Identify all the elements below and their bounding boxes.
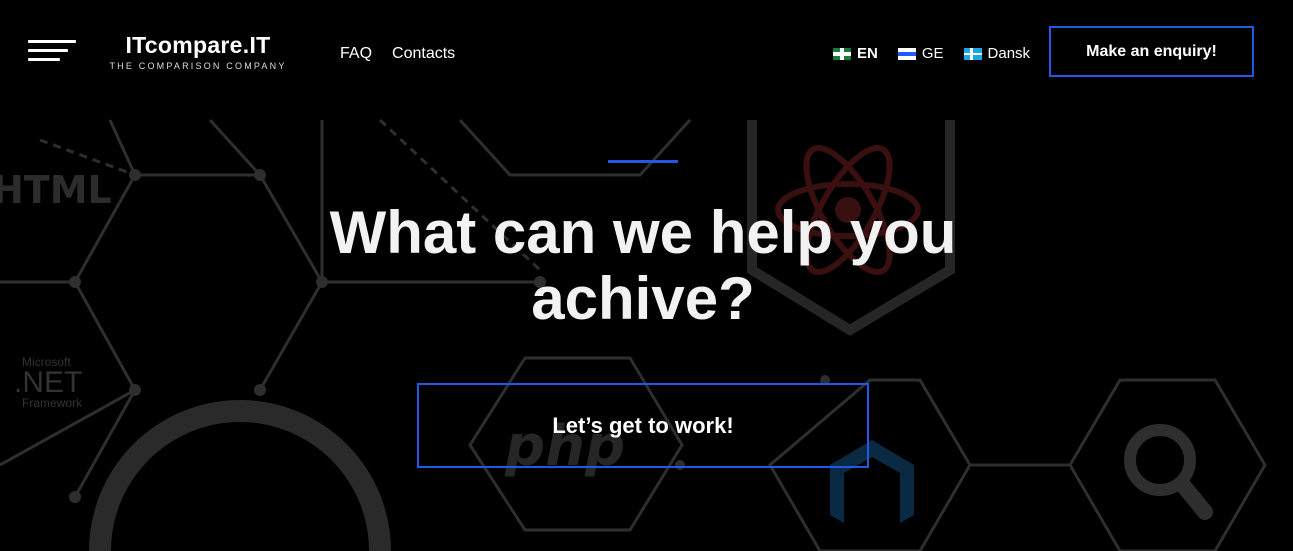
- site-header: ITcompare.IT THE COMPARISON COMPANY FAQ …: [0, 0, 1293, 110]
- nav-contacts-link[interactable]: Contacts: [392, 45, 455, 63]
- hero-title: What can we help you achive?: [329, 199, 957, 332]
- language-dansk[interactable]: Dansk: [963, 45, 1031, 62]
- hero-accent-line: [608, 160, 678, 163]
- nav-faq-link[interactable]: FAQ: [340, 45, 372, 63]
- search-icon: [1124, 424, 1213, 520]
- uk-flag-icon: [833, 47, 851, 60]
- language-en-label: EN: [857, 45, 878, 62]
- site-logo[interactable]: ITcompare.IT THE COMPARISON COMPANY: [108, 32, 288, 71]
- svg-text:Framework: Framework: [22, 396, 83, 410]
- dk-flag-icon: [963, 47, 982, 60]
- language-ge[interactable]: GE: [897, 45, 944, 62]
- language-ge-label: GE: [921, 45, 944, 62]
- language-switcher: EN GE Dansk: [833, 45, 1030, 62]
- svg-text:HTML: HTML: [0, 168, 112, 212]
- main-nav: FAQ Contacts: [340, 45, 455, 63]
- get-to-work-button[interactable]: Let’s get to work!: [417, 383, 869, 468]
- language-dansk-label: Dansk: [987, 45, 1031, 62]
- make-enquiry-button[interactable]: Make an enquiry!: [1049, 26, 1254, 77]
- menu-icon[interactable]: [28, 40, 76, 62]
- ge-flag-icon: [897, 47, 916, 60]
- language-en[interactable]: EN: [833, 45, 878, 62]
- logo-name: ITcompare.IT: [125, 32, 271, 58]
- logo-tagline: THE COMPARISON COMPANY: [109, 61, 287, 71]
- svg-text:.NET: .NET: [14, 366, 82, 399]
